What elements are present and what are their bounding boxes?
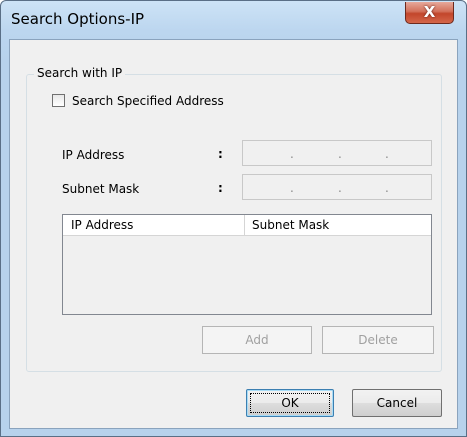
ip-address-label: IP Address <box>62 148 125 162</box>
column-divider[interactable] <box>244 215 245 235</box>
subnet-octet-separator: . <box>385 181 389 195</box>
search-specified-address-label[interactable]: Search Specified Address <box>72 94 224 108</box>
close-icon: X <box>423 3 436 21</box>
search-specified-address-checkbox[interactable] <box>52 94 65 107</box>
window-title: Search Options-IP <box>11 10 145 28</box>
subnet-mask-field[interactable]: . . . <box>242 174 432 200</box>
ip-octet-separator: . <box>290 147 294 161</box>
subnet-mask-label: Subnet Mask <box>62 182 140 196</box>
ok-button[interactable]: OK <box>246 389 334 417</box>
ip-address-field[interactable]: . . . <box>242 140 432 166</box>
ip-address-colon: : <box>218 147 223 161</box>
delete-button[interactable]: Delete <box>322 326 434 354</box>
groupbox-legend: Search with IP <box>34 66 126 80</box>
add-button[interactable]: Add <box>202 326 312 354</box>
title-bar[interactable]: Search Options-IP X <box>1 1 466 39</box>
close-button[interactable]: X <box>405 2 454 24</box>
list-header: IP Address Subnet Mask <box>63 215 431 236</box>
subnet-mask-colon: : <box>218 181 223 195</box>
subnet-octet-separator: . <box>338 181 342 195</box>
cancel-button[interactable]: Cancel <box>352 389 442 417</box>
ip-octet-separator: . <box>338 147 342 161</box>
ip-octet-separator: . <box>385 147 389 161</box>
address-list[interactable]: IP Address Subnet Mask <box>62 214 432 315</box>
column-header-subnet-mask[interactable]: Subnet Mask <box>252 218 329 232</box>
subnet-octet-separator: . <box>290 181 294 195</box>
focus-rectangle <box>250 393 330 413</box>
column-header-ip-address[interactable]: IP Address <box>71 218 133 232</box>
